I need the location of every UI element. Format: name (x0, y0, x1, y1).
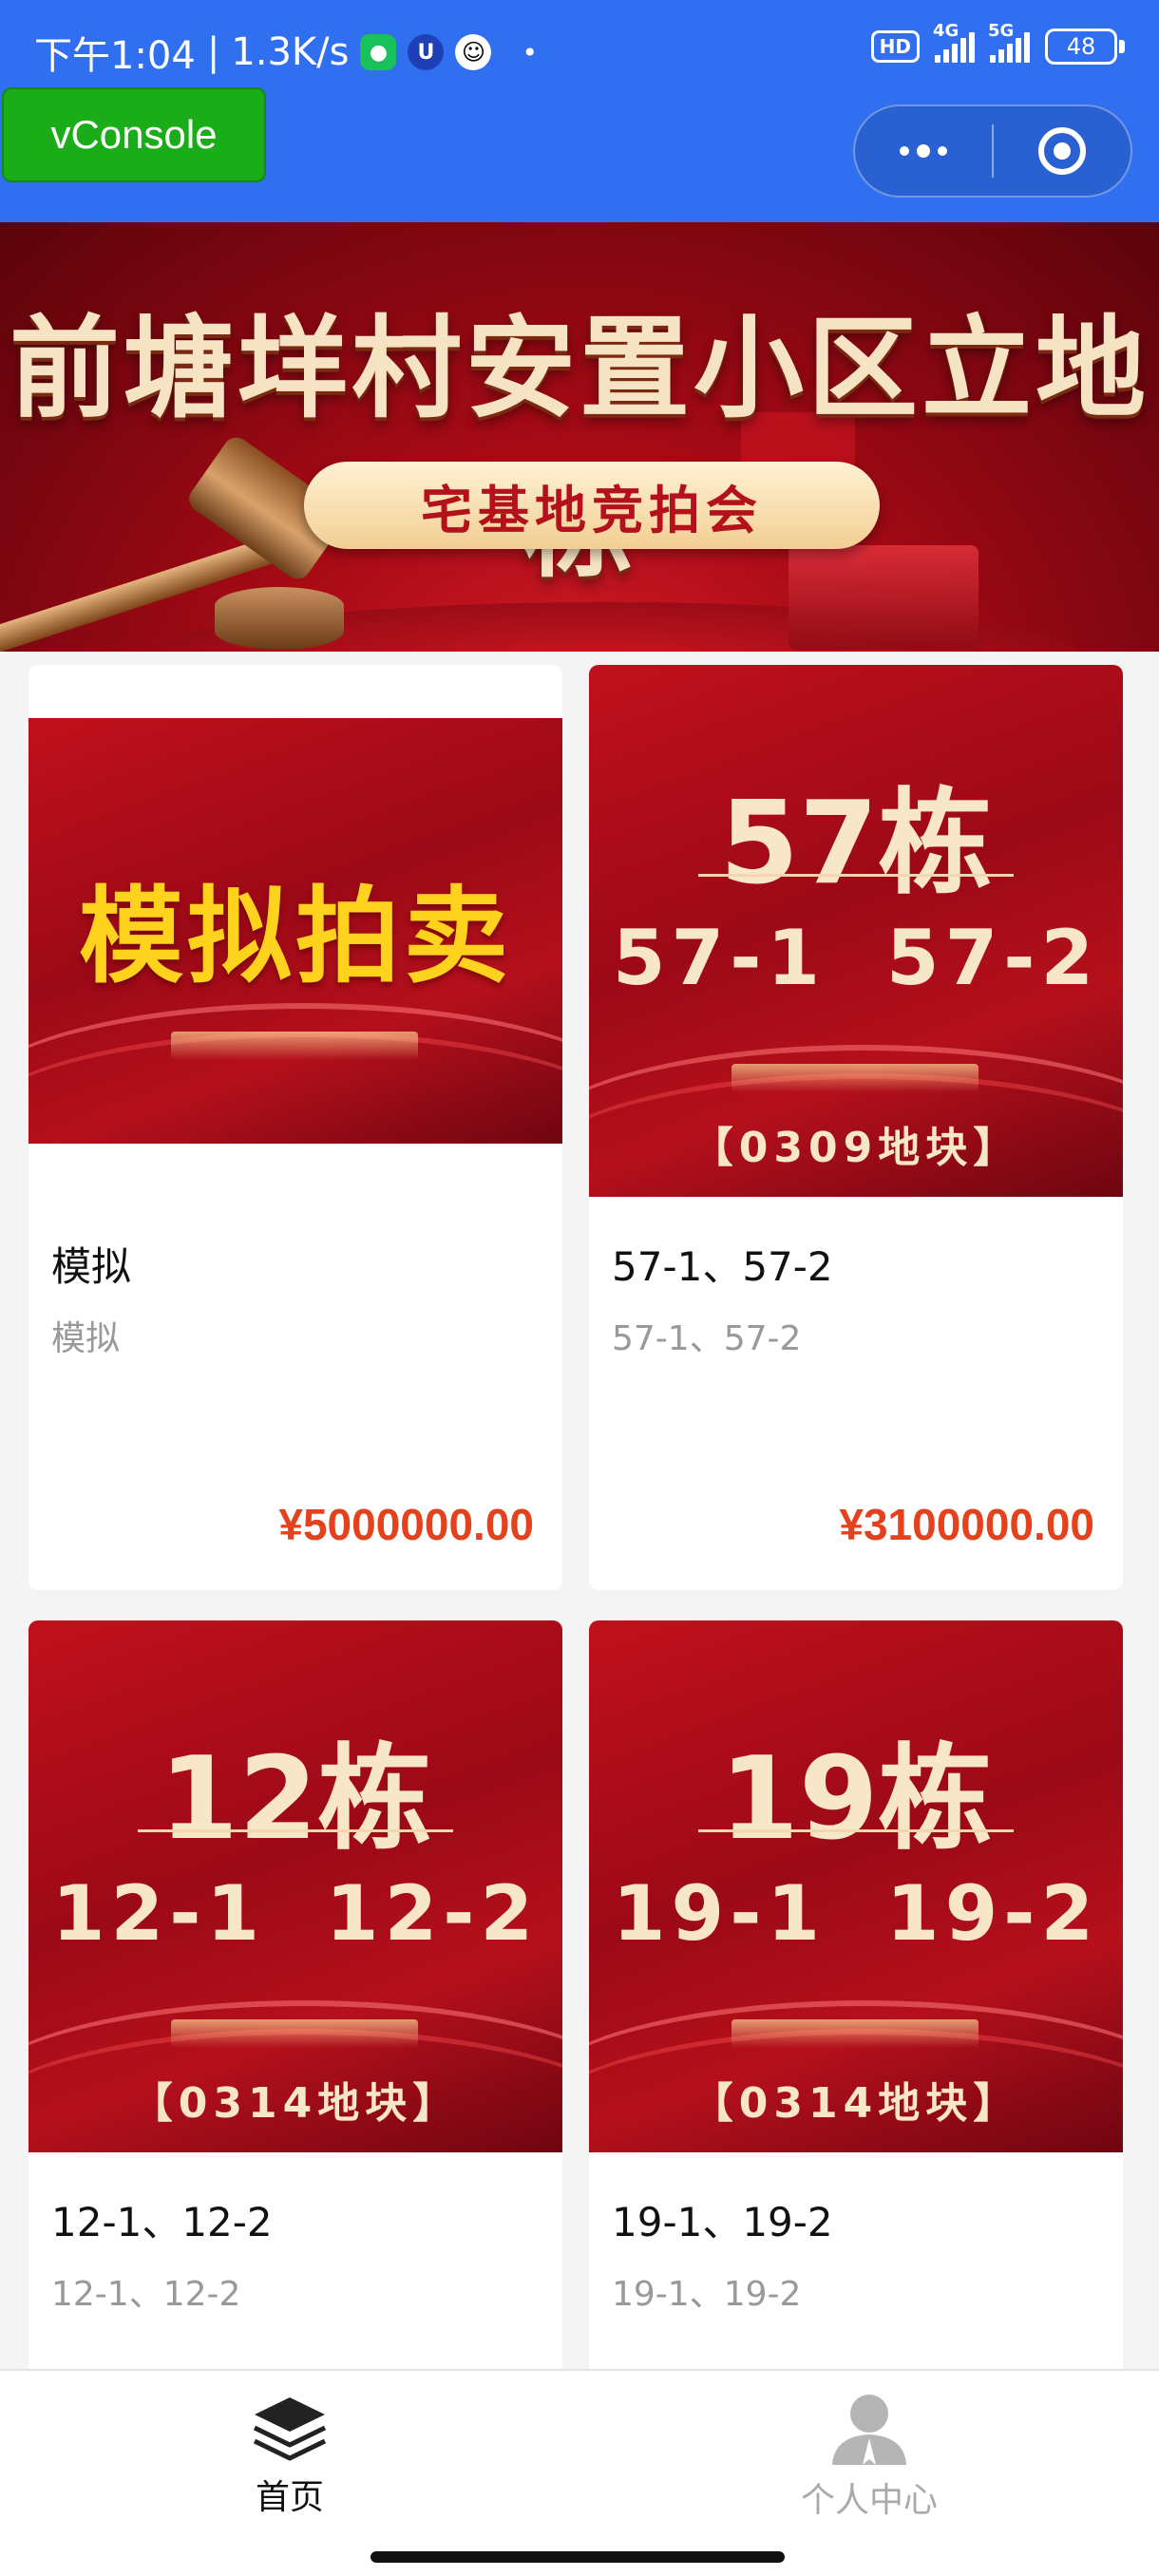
signal-5g-label: 5G (988, 21, 1015, 41)
card-title: 模拟 (51, 1243, 132, 1290)
more-dots-icon (900, 144, 947, 158)
card-thumbnail: 19栋 19-1 19-2 【0314地块】 (589, 1620, 1123, 2152)
vconsole-button[interactable]: vConsole (2, 87, 266, 182)
auction-card-12[interactable]: 12栋 12-1 12-2 【0314地块】 12-1、12-2 12-1、12… (28, 1620, 562, 2399)
thumb-building: 57栋 (719, 778, 993, 910)
mini-program-screen: 下午1:04 | 1.3K/s ● U ☺ • HD 4G 5G 48 vCon… (0, 0, 1159, 2576)
tab-profile-label: 个人中心 (800, 2481, 938, 2520)
thumb-underline (698, 1829, 1014, 1832)
thumb-units: 57-1 57-2 (612, 914, 1100, 1002)
card-title: 19-1、19-2 (612, 2199, 833, 2245)
tab-bar: 首页 个人中心 (0, 2369, 1159, 2576)
auction-card-57[interactable]: 57栋 57-1 57-2 【0309地块】 57-1、57-2 57-1、57… (589, 665, 1123, 1590)
card-subtitle: 模拟 (51, 1319, 121, 1358)
signal-5g-icon: 5G (988, 21, 1030, 63)
thumb-underline (138, 1829, 453, 1832)
auction-card-simulation[interactable]: 模拟拍卖 模拟 模拟 ¥5000000.00 (28, 665, 562, 1590)
qq-icon: ☺ (455, 34, 492, 70)
thumb-city (171, 1032, 418, 1060)
signal-4g-label: 4G (933, 21, 960, 41)
card-title: 12-1、12-2 (51, 2199, 273, 2245)
card-thumbnail: 模拟拍卖 (28, 718, 562, 1144)
card-subtitle: 12-1、12-2 (51, 2275, 241, 2314)
card-thumbnail: 12栋 12-1 12-2 【0314地块】 (28, 1620, 562, 2152)
battery-level: 48 (1066, 33, 1096, 60)
thumb-city (732, 1064, 978, 1092)
thumb-units: 12-1 12-2 (51, 1869, 540, 1958)
signal-4g-icon: 4G (933, 21, 975, 63)
more-notifications-icon: • (522, 36, 538, 68)
thumb-underline (698, 874, 1014, 877)
home-indicator[interactable] (370, 2551, 785, 2563)
status-net-speed: 1.3K/s (231, 30, 350, 74)
thumb-building: 12栋 (159, 1733, 432, 1866)
thumb-city (732, 2019, 978, 2048)
header: 下午1:04 | 1.3K/s ● U ☺ • HD 4G 5G 48 vCon… (0, 0, 1159, 222)
user-icon (832, 2395, 906, 2465)
tab-home-label: 首页 (255, 2478, 324, 2517)
auction-card-19[interactable]: 19栋 19-1 19-2 【0314地块】 19-1、19-2 19-1、19… (589, 1620, 1123, 2399)
more-button[interactable] (855, 106, 992, 196)
target-icon (1037, 127, 1086, 175)
status-left: 下午1:04 | 1.3K/s ● U ☺ • (34, 25, 538, 80)
card-subtitle: 19-1、19-2 (612, 2275, 802, 2314)
thumb-building: 19栋 (719, 1733, 993, 1866)
layers-icon (253, 2397, 327, 2461)
thumb-plot: 【0309地块】 (691, 1124, 1021, 1172)
thumb-units: 19-1 19-2 (612, 1869, 1100, 1958)
battery-icon: 48 (1045, 28, 1125, 65)
wechat-icon: ● (360, 34, 397, 70)
banner-title: 前塘垟村安置小区立地栋 (10, 305, 1150, 593)
hd-icon: HD (870, 30, 920, 63)
status-time: 下午1:04 (34, 34, 196, 78)
status-right: HD 4G 5G 48 (870, 21, 1125, 65)
thumb-text: 模拟拍卖 (79, 876, 512, 997)
thumb-plot: 【0314地块】 (130, 2079, 461, 2128)
card-title: 57-1、57-2 (612, 1243, 833, 1290)
auction-banner[interactable]: 前塘垟村安置小区立地栋 宅基地竞拍会 (0, 222, 1159, 652)
tab-profile[interactable]: 个人中心 (580, 2371, 1159, 2542)
banner-subtitle: 宅基地竞拍会 (304, 462, 880, 549)
thumb-plot: 【0314地块】 (691, 2079, 1021, 2128)
status-separator: | (206, 30, 220, 74)
capsule-menu (853, 104, 1132, 198)
tab-home[interactable]: 首页 (0, 2371, 580, 2542)
close-miniprogram-button[interactable] (994, 106, 1130, 196)
thumb-city (171, 2019, 418, 2048)
card-price: ¥3100000.00 (839, 1500, 1094, 1549)
card-subtitle: 57-1、57-2 (612, 1319, 802, 1358)
card-price: ¥5000000.00 (278, 1500, 534, 1549)
card-thumbnail: 57栋 57-1 57-2 【0309地块】 (589, 665, 1123, 1197)
app-u-icon: U (408, 34, 445, 70)
